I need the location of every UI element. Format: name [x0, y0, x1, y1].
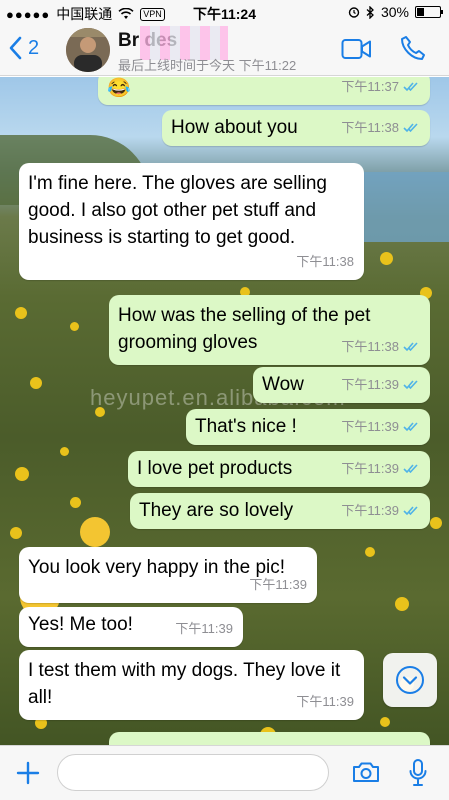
status-right: 30% — [348, 4, 443, 20]
message-meta: 下午11:38 — [341, 114, 420, 141]
message-time: 下午11:38 — [296, 254, 354, 269]
alarm-icon — [348, 7, 360, 18]
read-ticks-icon — [403, 380, 418, 390]
message-meta: 下午11:38 — [296, 248, 354, 275]
contact-avatar[interactable] — [66, 28, 110, 72]
read-ticks-icon — [403, 506, 418, 516]
message-outgoing[interactable]: I love pet products 下午11:39 — [128, 451, 430, 487]
flower-shape — [380, 717, 390, 727]
message-time: 下午11:37 — [341, 79, 399, 94]
battery-icon — [415, 6, 443, 18]
message-meta: 下午11:39 — [175, 615, 233, 642]
flower-shape — [30, 377, 42, 389]
message-outgoing[interactable]: They are so lovely 下午11:39 — [130, 493, 430, 529]
unread-count: 2 — [28, 36, 40, 59]
message-incoming[interactable]: You look very happy in the pic! 下午11:39 — [19, 547, 317, 603]
message-meta: 下午11:39 — [341, 371, 420, 398]
status-bar: ●●●●● 中国联通 VPN 下午11:24 30% — [0, 0, 449, 24]
back-button[interactable]: 2 — [8, 36, 39, 60]
message-outgoing[interactable]: 😂 下午11:37 — [98, 77, 430, 105]
read-ticks-icon — [403, 422, 418, 432]
read-ticks-icon — [403, 82, 418, 92]
message-meta: 下午11:39 — [341, 413, 420, 440]
message-text: Yes! Me too! — [28, 614, 133, 635]
chevron-left-icon — [9, 36, 22, 60]
message-time: 下午11:39 — [341, 503, 399, 518]
message-meta: 下午11:38 — [341, 333, 420, 360]
scroll-to-bottom-button[interactable] — [383, 653, 437, 707]
message-time: 下午11:39 — [249, 577, 307, 592]
message-meta: 下午11:39 — [341, 497, 420, 524]
message-outgoing-partial[interactable] — [109, 732, 430, 745]
message-time: 下午11:39 — [296, 694, 354, 709]
message-time: 下午11:38 — [341, 339, 399, 354]
flower-shape — [10, 527, 22, 539]
camera-icon[interactable] — [352, 760, 380, 784]
message-text: They are so lovely — [139, 500, 294, 521]
message-meta: 下午11:37 — [341, 77, 420, 100]
chat-background: heyupet.en.alibaba.com 😂 下午11:37 How abo… — [0, 77, 449, 745]
message-outgoing[interactable]: How about you 下午11:38 — [162, 110, 430, 146]
message-text: I love pet products — [137, 458, 293, 479]
message-incoming[interactable]: I'm fine here. The gloves are selling go… — [19, 163, 364, 280]
message-incoming[interactable]: Yes! Me too! 下午11:39 — [19, 607, 243, 647]
message-time: 下午11:39 — [341, 377, 399, 392]
message-time: 下午11:39 — [175, 621, 233, 636]
flower-shape — [15, 307, 27, 319]
battery-level — [417, 8, 424, 16]
message-incoming[interactable]: I test them with my dogs. They love it a… — [19, 650, 364, 720]
read-ticks-icon — [403, 464, 418, 474]
chevron-down-circle-icon — [396, 666, 424, 694]
flower-shape — [395, 597, 409, 611]
compose-bar — [0, 745, 449, 800]
last-seen-status: 最后上线时间于今天 下午11:22 — [118, 58, 297, 73]
flower-shape — [380, 252, 393, 265]
battery-percent: 30% — [380, 4, 409, 20]
flower-shape — [70, 497, 81, 508]
message-time: 下午11:39 — [341, 461, 399, 476]
message-text: I'm fine here. The gloves are selling go… — [28, 173, 327, 248]
message-outgoing[interactable]: Wow 下午11:39 — [253, 367, 430, 403]
background-sea — [349, 172, 449, 242]
microphone-icon[interactable] — [408, 758, 428, 788]
read-ticks-icon — [403, 342, 418, 352]
phone-call-icon[interactable] — [400, 35, 426, 61]
video-call-icon[interactable] — [341, 38, 372, 60]
flower-shape — [365, 547, 375, 557]
message-meta: 下午11:39 — [249, 571, 307, 598]
message-time: 下午11:38 — [341, 120, 399, 135]
avatar-photo — [66, 28, 110, 72]
message-outgoing[interactable]: How was the selling of the pet grooming … — [109, 295, 430, 365]
flower-shape — [430, 517, 442, 529]
read-ticks-icon — [403, 123, 418, 133]
message-meta: 下午11:39 — [296, 688, 354, 715]
chat-header: 2 Br des 最后上线时间于今天 下午11:22 — [0, 24, 449, 76]
message-time: 下午11:39 — [341, 419, 399, 434]
message-text: Wow — [262, 374, 304, 395]
message-outgoing[interactable]: That's nice ! 下午11:39 — [186, 409, 430, 445]
message-text: That's nice ! — [195, 416, 297, 437]
plus-icon[interactable] — [15, 760, 41, 786]
message-text: How about you — [171, 117, 298, 138]
flower-shape — [70, 322, 79, 331]
flower-shape — [60, 447, 69, 456]
flower-shape — [80, 517, 110, 547]
message-meta: 下午11:39 — [341, 455, 420, 482]
flower-shape — [15, 467, 29, 481]
message-text: 😂 — [107, 78, 131, 99]
message-input[interactable] — [57, 754, 329, 791]
bluetooth-icon — [366, 5, 374, 19]
